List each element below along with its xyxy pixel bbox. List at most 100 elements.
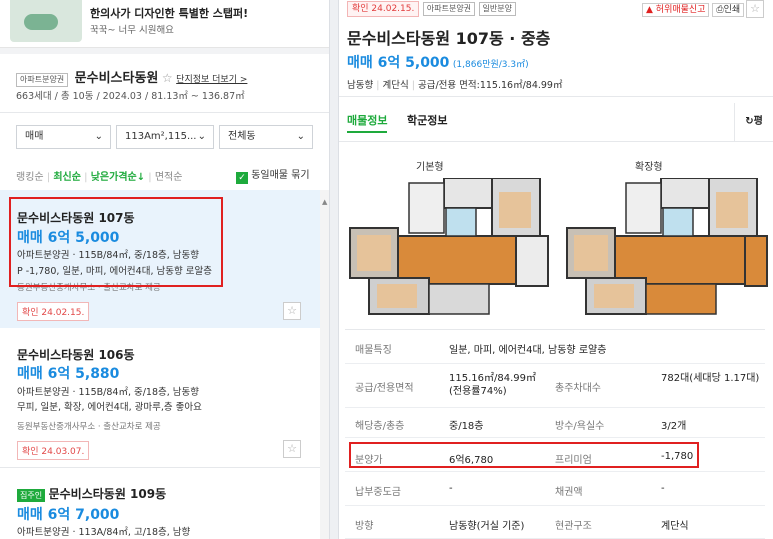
- row-key: 매물특징: [355, 345, 392, 356]
- same-listing-label: 동일매물 묶기: [251, 170, 310, 181]
- owner-badge: 집주인: [17, 489, 46, 502]
- active-tab-underline: [347, 131, 387, 133]
- listing-agent: 동원부동산중개사무소 · 출산교차로 제공: [17, 422, 161, 432]
- highlight-box: [349, 442, 699, 468]
- row-value: 일분, 마피, 에어컨4대, 남동향 로얄층: [449, 345, 607, 356]
- area-select[interactable]: 113Am²,115... ⌄: [116, 125, 214, 149]
- row-key: 납부중도금: [355, 487, 401, 498]
- listing-price: 매매 6억 7,000: [17, 507, 120, 523]
- detail-summary: 남동향 | 계단식 | 공급/전용 면적:115.16㎡/84.99㎡: [347, 80, 563, 91]
- unit-toggle-label: 평: [753, 116, 763, 127]
- listing-price: 매매 6억 5,880: [17, 366, 120, 382]
- summary-area: 공급/전용 면적:115.16㎡/84.99㎡: [417, 80, 563, 91]
- chevron-down-icon: ⌄: [197, 131, 206, 142]
- detail-actions: ▲ 허위매물신고 ⎙인쇄: [642, 2, 745, 17]
- report-button[interactable]: ▲ 허위매물신고: [642, 3, 710, 17]
- table-row: 방향 남동향(거실 기준) 현관구조 계단식: [345, 506, 765, 539]
- detail-panel: 확인 24.02.15. 아파트분양권 일반분양 ▲ 허위매물신고 ⎙인쇄 ☆ …: [339, 0, 773, 539]
- tab-listing-info[interactable]: 매물정보: [347, 112, 387, 128]
- dong-select[interactable]: 전체동 ⌄: [219, 125, 313, 149]
- plan-label-basic: 기본형: [416, 162, 444, 173]
- trade-type-value: 매매: [25, 131, 44, 142]
- siren-icon: ▲: [646, 5, 653, 15]
- same-listing-toggle[interactable]: ✓ 동일매물 묶기: [236, 166, 310, 184]
- detail-title: 문수비스타동원 107동 · 중층: [347, 29, 551, 48]
- row-value: 782대(세대당 1.17대): [661, 373, 760, 384]
- floor-plan-basic[interactable]: [349, 178, 554, 318]
- area-value: 113Am²,115...: [125, 131, 197, 142]
- row-key: 공급/전용면적: [355, 383, 414, 394]
- confirm-date-badge: 확인 24.02.15.: [17, 302, 90, 321]
- table-row: 공급/전용면적 115.16㎡/84.99㎡(전용률74%) 총주차대수 782…: [345, 364, 765, 408]
- favorite-star-icon[interactable]: ☆: [283, 440, 301, 458]
- panel-divider[interactable]: [329, 0, 339, 539]
- tab-school-info[interactable]: 학군정보: [407, 112, 447, 128]
- listing-panel: 한의사가 디자인한 특별한 스탭퍼! 꾹꾹~ 너무 시원해요 아파트분양권 문수…: [0, 0, 329, 539]
- table-row: 해당층/총층 중/18층 방수/욕실수 3/2개: [345, 408, 765, 438]
- chevron-down-icon: ⌄: [94, 131, 103, 142]
- trade-type-select[interactable]: 매매 ⌄: [16, 125, 111, 149]
- row-key: 해당층/총층: [355, 421, 405, 432]
- banner-image: [10, 0, 82, 42]
- sort-bar: 랭킹순 | 최신순 | 낮은가격순↓ | 면적순: [16, 172, 183, 183]
- print-icon: ⎙: [716, 5, 724, 15]
- listing-title: 문수비스타동원 106동: [17, 348, 135, 362]
- summary-direction: 남동향: [347, 80, 374, 91]
- favorite-star-icon[interactable]: ☆: [162, 71, 173, 85]
- listing-item[interactable]: 문수비스타동원 106동 매매 6억 5,880 아파트분양권 · 115B/8…: [0, 328, 320, 468]
- complex-info-link[interactable]: 단지정보 더보기 >: [176, 75, 247, 85]
- print-button[interactable]: ⎙인쇄: [712, 3, 745, 17]
- listing-title: 문수비스타동원 109동: [48, 487, 167, 501]
- scrollbar[interactable]: ▲: [320, 190, 329, 539]
- sort-area[interactable]: 면적순: [155, 172, 183, 183]
- confirm-date-badge: 확인 24.02.15.: [347, 1, 420, 17]
- listing-meta: 아파트분양권 · 115B/84㎡, 중/18층, 남동향: [17, 387, 200, 398]
- complex-info: 663세대 / 총 10동 / 2024.03 / 81.13㎡ ~ 136.8…: [16, 91, 245, 102]
- row-value: 계단식: [661, 521, 689, 532]
- detail-tags: 확인 24.02.15. 아파트분양권 일반분양: [347, 1, 516, 17]
- favorite-star-icon[interactable]: ☆: [746, 0, 764, 18]
- table-row: 납부중도금 - 채권액 -: [345, 472, 765, 506]
- listing-desc: 무피, 일분, 확장, 에어컨4대, 광마루,층 좋아요: [17, 402, 202, 413]
- dong-value: 전체동: [228, 131, 256, 142]
- sort-low-price[interactable]: 낮은가격순↓: [91, 172, 145, 183]
- unit-toggle-button[interactable]: ↻평: [734, 103, 773, 141]
- print-label: 인쇄: [723, 5, 741, 15]
- refresh-icon: ↻: [745, 116, 754, 127]
- favorite-star-icon[interactable]: ☆: [283, 302, 301, 320]
- sort-ranking[interactable]: 랭킹순: [16, 172, 44, 183]
- row-key: 방수/욕실수: [555, 421, 605, 432]
- row-value: 115.16㎡/84.99㎡(전용률74%): [449, 373, 536, 397]
- row-key: 현관구조: [555, 521, 592, 532]
- confirm-date-badge: 확인 24.03.07.: [17, 441, 90, 460]
- summary-structure: 계단식: [382, 80, 409, 91]
- row-value: 남동향(거실 기준): [449, 521, 525, 532]
- banner-subtitle: 꾹꾹~ 너무 시원해요: [90, 25, 174, 36]
- scroll-up-icon[interactable]: ▲: [322, 198, 327, 206]
- complex-name: 문수비스타동원: [74, 71, 159, 86]
- detail-price-unit: (1,866만원/3.3㎡): [452, 60, 529, 70]
- banner-title: 한의사가 디자인한 특별한 스탭퍼!: [90, 7, 249, 20]
- row-value: -: [449, 483, 453, 494]
- complex-type-badge: 아파트분양권: [16, 73, 69, 87]
- row-key: 총주차대수: [555, 383, 601, 394]
- floor-plan-expanded[interactable]: [566, 178, 771, 318]
- complex-header: 아파트분양권 문수비스타동원 ☆ 단지정보 더보기 >: [16, 67, 247, 87]
- type-badge: 아파트분양권: [422, 2, 476, 16]
- listing-meta: 아파트분양권 · 113A/84㎡, 고/18층, 남향: [17, 527, 191, 538]
- chevron-down-icon: ⌄: [296, 131, 305, 142]
- sort-latest[interactable]: 최신순: [53, 172, 81, 183]
- highlight-box: [9, 197, 223, 287]
- row-value: 중/18층: [449, 421, 484, 432]
- table-row: 매물특징 일분, 마피, 에어컨4대, 남동향 로얄층: [345, 330, 765, 364]
- listing-item[interactable]: 집주인 문수비스타동원 109동 매매 6억 7,000 아파트분양권 · 11…: [0, 468, 320, 539]
- detail-price: 매매 6억 5,000: [347, 55, 450, 71]
- sale-type-badge: 일반분양: [478, 2, 516, 16]
- report-label: 허위매물신고: [655, 5, 706, 15]
- row-key: 채권액: [555, 487, 583, 498]
- row-key: 방향: [355, 521, 374, 532]
- checkbox-checked-icon: ✓: [236, 172, 248, 184]
- row-value: -: [661, 483, 665, 494]
- ad-banner[interactable]: 한의사가 디자인한 특별한 스탭퍼! 꾹꾹~ 너무 시원해요: [0, 0, 329, 48]
- row-value: 3/2개: [661, 421, 687, 432]
